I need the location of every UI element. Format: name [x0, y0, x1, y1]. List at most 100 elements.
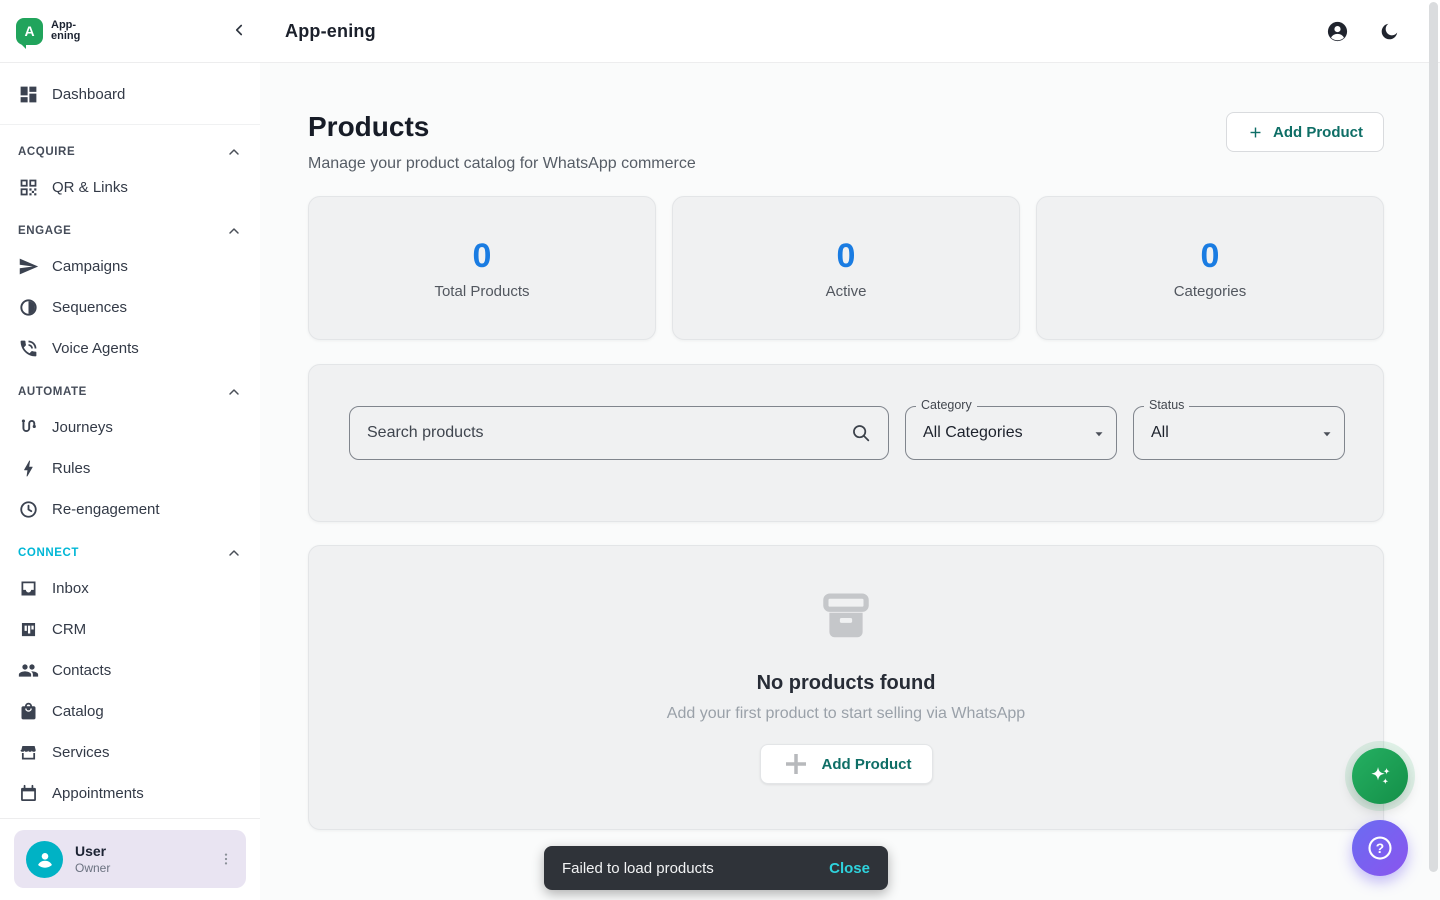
status-select-value: All: [1134, 407, 1344, 458]
sparkles-icon: [1367, 763, 1394, 790]
user-name: User: [75, 843, 218, 859]
sidebar-item-sequences[interactable]: Sequences: [0, 287, 260, 328]
sidebar-item-label: Inbox: [52, 580, 89, 597]
sidebar-item-label: CRM: [52, 621, 86, 638]
calendar-icon: [18, 783, 39, 804]
stat-label: Active: [826, 283, 867, 300]
scrollbar-thumb[interactable]: [1429, 2, 1438, 872]
sidebar-item-label: Journeys: [52, 419, 113, 436]
caret-down-icon: [1093, 428, 1105, 440]
sidebar-item-journeys[interactable]: Journeys: [0, 407, 260, 448]
app-logo: A: [16, 18, 43, 45]
filter-bar: Category All Categories Status All: [308, 364, 1384, 522]
sidebar-divider: [0, 124, 260, 125]
plus-icon: [781, 749, 811, 779]
user-card[interactable]: User Owner: [14, 830, 246, 888]
chevron-up-icon: [226, 384, 242, 400]
category-select-label: Category: [916, 398, 977, 412]
stat-value: 0: [1201, 237, 1220, 276]
page-subtitle: Manage your product catalog for WhatsApp…: [308, 155, 696, 173]
route-icon: [18, 417, 39, 438]
page-title: Products: [308, 109, 429, 145]
plus-icon: [1247, 124, 1264, 141]
sidebar-item-label: Voice Agents: [52, 340, 139, 357]
status-select-label: Status: [1144, 398, 1189, 412]
empty-add-product-label: Add Product: [822, 756, 912, 773]
empty-state: No products found Add your first product…: [308, 545, 1384, 830]
empty-add-product-button[interactable]: Add Product: [760, 744, 933, 784]
search-input[interactable]: [367, 424, 850, 442]
chevron-up-icon: [226, 144, 242, 160]
sidebar-item-label: Rules: [52, 460, 90, 477]
svg-text:?: ?: [1376, 841, 1384, 856]
sidebar-item-label: Appointments: [52, 785, 144, 802]
kanban-icon: [18, 619, 39, 640]
sidebar-item-services[interactable]: Services: [0, 732, 260, 773]
sidebar-item-campaigns[interactable]: Campaigns: [0, 246, 260, 287]
section-header-engage[interactable]: ENGAGE: [0, 216, 260, 246]
stats-row: 0 Total Products 0 Active 0 Categories: [308, 196, 1384, 340]
user-meta: User Owner: [75, 843, 218, 875]
sidebar-item-dashboard[interactable]: Dashboard: [0, 72, 260, 116]
toast-message: Failed to load products: [562, 860, 714, 877]
qr-code-icon: [18, 177, 39, 198]
ai-assistant-fab[interactable]: [1352, 748, 1408, 804]
dark-mode-toggle[interactable]: [1379, 21, 1400, 42]
moon-icon: [1379, 21, 1400, 42]
stat-value: 0: [837, 237, 856, 276]
search-field: [349, 406, 889, 460]
sidebar-item-label: Campaigns: [52, 258, 128, 275]
app-logo-text: App- ening: [51, 20, 80, 43]
stat-value: 0: [473, 237, 492, 276]
sidebar-item-label: Catalog: [52, 703, 104, 720]
sidebar-item-label: Dashboard: [52, 86, 125, 103]
help-fab[interactable]: ?: [1352, 820, 1408, 876]
status-select[interactable]: Status All: [1133, 406, 1345, 460]
app-logo-letter: A: [24, 23, 34, 39]
sidebar-collapse-button[interactable]: [230, 21, 248, 39]
section-header-automate[interactable]: AUTOMATE: [0, 377, 260, 407]
chevron-left-icon: [230, 21, 248, 39]
sidebar-item-label: Re-engagement: [52, 501, 160, 518]
sidebar-item-rules[interactable]: Rules: [0, 448, 260, 489]
toast: Failed to load products Close: [544, 846, 888, 890]
sidebar-item-contacts[interactable]: Contacts: [0, 650, 260, 691]
sidebar: A App- ening Dashboard ACQUIRE QR & Link…: [0, 0, 260, 900]
sidebar-item-appointments[interactable]: Appointments: [0, 773, 260, 814]
stat-card-total-products: 0 Total Products: [308, 196, 656, 340]
category-select[interactable]: Category All Categories: [905, 406, 1117, 460]
sidebar-bottom-panel: User Owner: [0, 818, 260, 900]
toast-close-button[interactable]: Close: [829, 860, 870, 877]
sidebar-item-qr-links[interactable]: QR & Links: [0, 167, 260, 208]
sidebar-item-label: Services: [52, 744, 110, 761]
category-select-value: All Categories: [906, 407, 1116, 458]
user-role: Owner: [75, 861, 218, 875]
account-circle-icon: [1326, 20, 1349, 43]
stat-card-categories: 0 Categories: [1036, 196, 1384, 340]
account-button[interactable]: [1326, 20, 1349, 43]
sidebar-item-label: Sequences: [52, 299, 127, 316]
stat-label: Total Products: [434, 283, 529, 300]
stat-label: Categories: [1174, 283, 1247, 300]
sidebar-item-voice-agents[interactable]: Voice Agents: [0, 328, 260, 369]
contrast-icon: [18, 297, 39, 318]
section-header-acquire[interactable]: ACQUIRE: [0, 137, 260, 167]
sidebar-item-label: QR & Links: [52, 179, 128, 196]
avatar: [26, 841, 63, 878]
empty-state-title: No products found: [309, 672, 1383, 695]
inventory-box-icon: [818, 590, 874, 646]
bolt-icon: [18, 458, 39, 479]
chevron-up-icon: [226, 223, 242, 239]
sidebar-item-crm[interactable]: CRM: [0, 609, 260, 650]
dashboard-icon: [18, 84, 39, 105]
add-product-button[interactable]: Add Product: [1226, 112, 1384, 152]
sidebar-item-re-engagement[interactable]: Re-engagement: [0, 489, 260, 530]
section-header-connect[interactable]: CONNECT: [0, 538, 260, 568]
empty-state-subtitle: Add your first product to start selling …: [309, 705, 1383, 723]
sidebar-logo-row: A App- ening: [0, 0, 260, 63]
sidebar-item-catalog[interactable]: Catalog: [0, 691, 260, 732]
add-product-label: Add Product: [1273, 124, 1363, 141]
stat-card-active: 0 Active: [672, 196, 1020, 340]
dots-vertical-icon[interactable]: [218, 851, 234, 867]
sidebar-item-inbox[interactable]: Inbox: [0, 568, 260, 609]
